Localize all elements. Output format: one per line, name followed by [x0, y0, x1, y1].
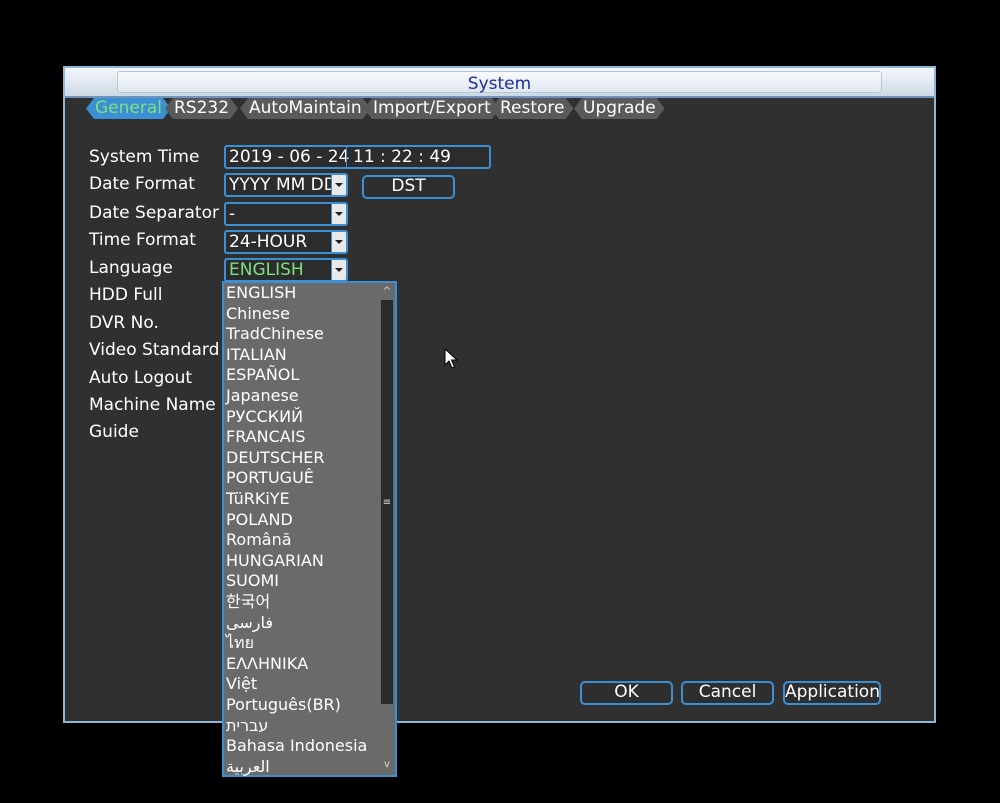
tab-automaintain[interactable]: AutoMaintain	[240, 98, 371, 119]
system-clock-value[interactable]: 11 : 22 : 49	[353, 147, 451, 167]
system-date-value[interactable]: 2019 - 06 - 24	[229, 147, 349, 167]
language-option[interactable]: TradChinese	[226, 324, 324, 344]
time-format-label: Time Format	[89, 230, 196, 250]
system-time-field[interactable]: 2019 - 06 - 24 11 : 22 : 49	[224, 145, 491, 169]
date-format-value: YYYY MM DD	[229, 175, 337, 195]
scrollbar[interactable]: ^ ≡ v	[380, 284, 394, 774]
language-option[interactable]: Japanese	[226, 386, 299, 406]
time-format-select[interactable]: 24-HOUR	[224, 230, 348, 254]
scroll-up-icon[interactable]: ^	[380, 287, 394, 297]
video-standard-label: Video Standard	[89, 340, 220, 360]
language-option[interactable]: FRANCAIS	[226, 427, 306, 447]
window-title: System	[467, 74, 532, 94]
language-option[interactable]: فارسی	[226, 613, 273, 633]
language-dropdown-list[interactable]: ENGLISH Chinese TradChinese ITALIAN ESPAÑOL J…	[222, 281, 397, 777]
system-time-label: System Time	[89, 147, 200, 167]
tab-general[interactable]: General	[86, 98, 171, 119]
language-option[interactable]: DEUTSCHER	[226, 448, 325, 468]
language-option[interactable]: Română	[226, 530, 292, 550]
chevron-down-icon[interactable]	[331, 232, 346, 252]
mouse-cursor-icon	[444, 348, 458, 369]
date-separator-select[interactable]: -	[224, 202, 348, 226]
ok-button[interactable]: OK	[580, 681, 673, 705]
title-bar: System	[65, 68, 934, 98]
language-option[interactable]: العربية	[226, 757, 270, 777]
language-option[interactable]: Việt	[226, 674, 257, 694]
language-option[interactable]: 한국어	[226, 592, 270, 612]
language-option[interactable]: TüRKiYE	[226, 489, 290, 509]
date-format-label: Date Format	[89, 174, 195, 194]
guide-label: Guide	[89, 422, 139, 442]
scrollbar-thumb[interactable]: ≡	[380, 498, 394, 508]
language-option[interactable]: Português(BR)	[226, 695, 341, 715]
language-option[interactable]: ITALIAN	[226, 345, 287, 365]
date-format-select[interactable]: YYYY MM DD	[224, 173, 348, 197]
machine-name-label: Machine Name	[89, 395, 216, 415]
language-option[interactable]: ESPAÑOL	[226, 365, 299, 385]
tab-upgrade[interactable]: Upgrade	[574, 98, 665, 119]
date-separator-label: Date Separator	[89, 203, 219, 223]
time-format-value: 24-HOUR	[229, 232, 308, 252]
language-select[interactable]: ENGLISH	[224, 258, 348, 282]
language-label: Language	[89, 258, 173, 278]
language-option[interactable]: עברית	[226, 716, 268, 736]
language-option[interactable]: SUOMI	[226, 571, 279, 591]
language-option[interactable]: ENGLISH	[226, 283, 296, 303]
language-option[interactable]: РУССКИЙ	[226, 407, 303, 427]
date-separator-value: -	[229, 204, 236, 224]
language-option[interactable]: ΕΛΛΗΝΙΚΑ	[226, 654, 308, 674]
tab-rs232[interactable]: RS232	[165, 98, 238, 119]
application-button[interactable]: Application	[783, 681, 881, 705]
chevron-down-icon[interactable]	[331, 260, 346, 280]
chevron-down-icon[interactable]	[331, 175, 346, 195]
tab-restore[interactable]: Restore	[491, 98, 574, 119]
language-value: ENGLISH	[229, 260, 304, 280]
language-option[interactable]: HUNGARIAN	[226, 551, 324, 571]
language-option[interactable]: Bahasa Indonesia	[226, 736, 367, 756]
language-option[interactable]: PORTUGUÊ	[226, 468, 314, 488]
dst-button[interactable]: DST	[362, 175, 455, 199]
dvr-no-label: DVR No.	[89, 313, 159, 333]
hdd-full-label: HDD Full	[89, 285, 163, 305]
language-option[interactable]: Chinese	[226, 304, 290, 324]
scroll-down-icon[interactable]: v	[380, 760, 394, 770]
time-divider	[346, 147, 347, 167]
chevron-down-icon[interactable]	[331, 204, 346, 224]
system-window: System General RS232 AutoMaintain Import…	[63, 66, 936, 723]
auto-logout-label: Auto Logout	[89, 368, 193, 388]
tab-import-export[interactable]: Import/Export	[364, 98, 500, 119]
cancel-button[interactable]: Cancel	[681, 681, 774, 705]
language-option[interactable]: ไทย	[226, 633, 254, 653]
language-option[interactable]: POLAND	[226, 510, 293, 530]
